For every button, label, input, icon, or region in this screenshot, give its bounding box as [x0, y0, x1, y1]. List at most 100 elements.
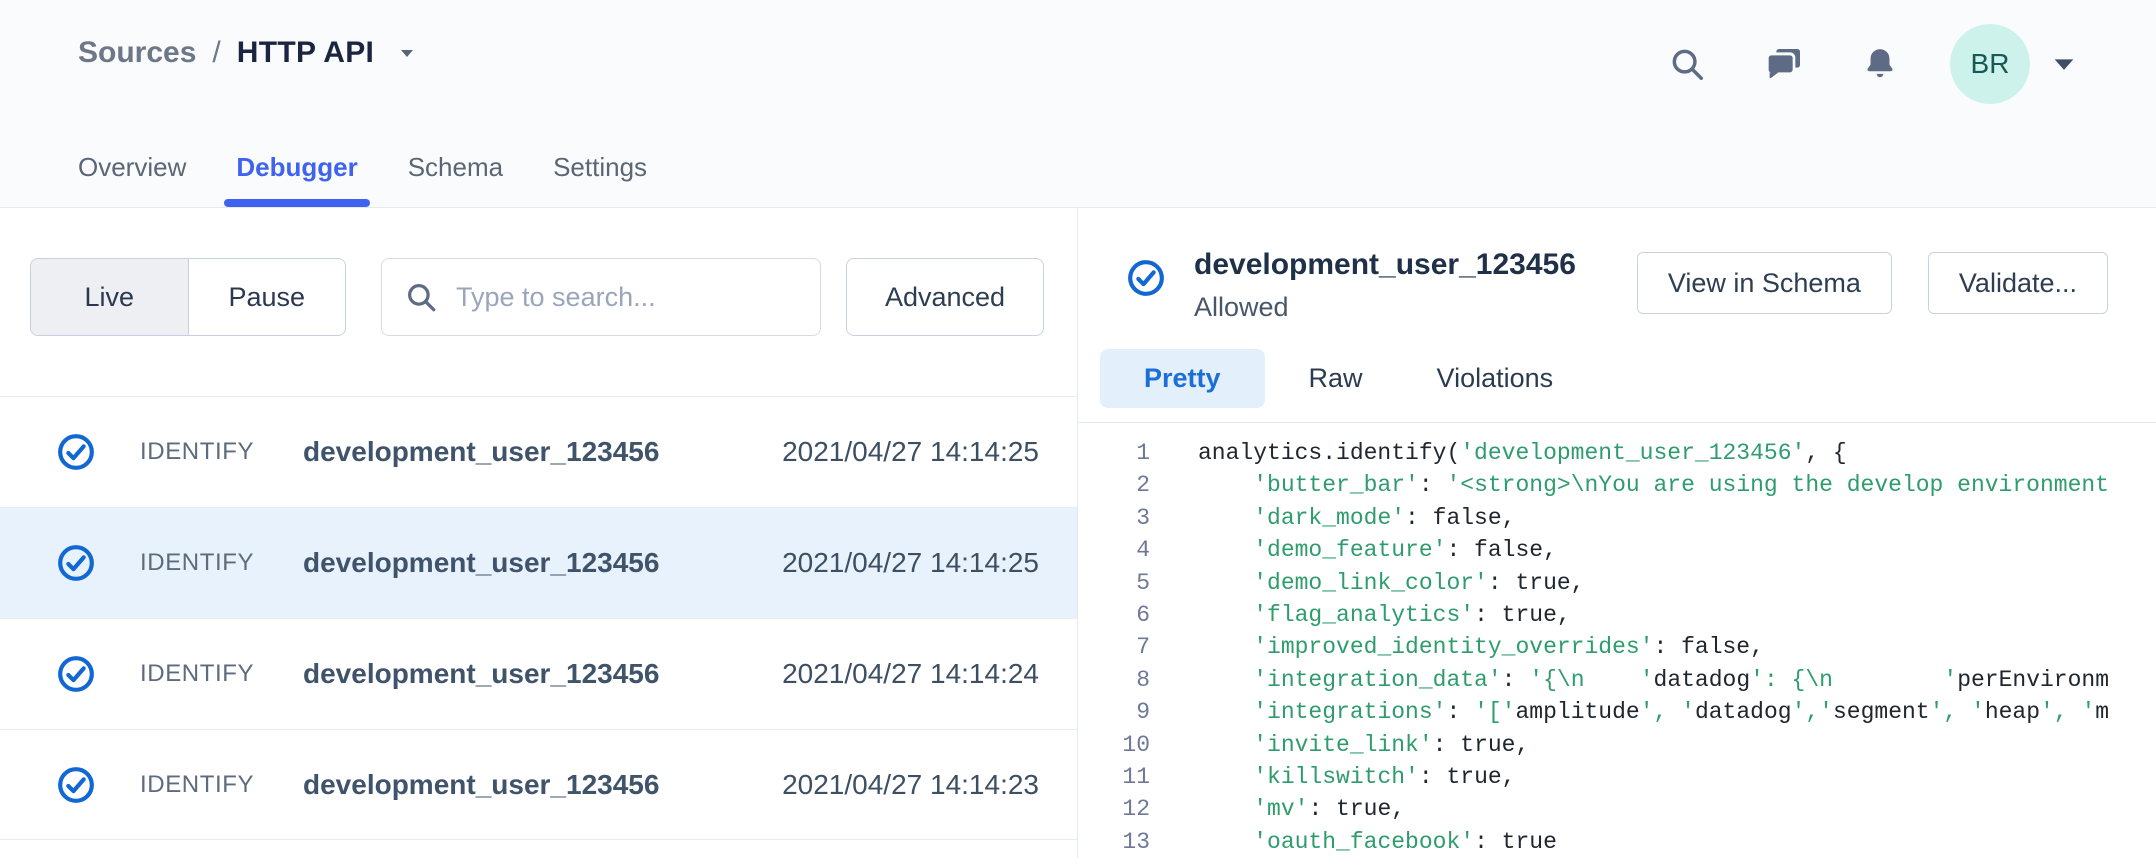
event-detail-title: development_user_123456	[1194, 248, 1576, 282]
code-line: 4 'demo_feature': false,	[1078, 534, 2156, 566]
live-pause-toggle: Live Pause	[30, 258, 346, 336]
code-line-number: 9	[1078, 696, 1150, 728]
event-type-label: IDENTIFY	[140, 771, 303, 799]
live-button[interactable]: Live	[31, 259, 189, 335]
app-header: Sources / HTTP API	[0, 0, 2156, 208]
chat-icon[interactable]	[1764, 44, 1804, 84]
avatar[interactable]: BR	[1950, 24, 2030, 104]
code-line-number: 1	[1078, 437, 1150, 469]
event-search-box[interactable]	[381, 258, 821, 336]
code-line-text: 'demo_feature': false,	[1198, 534, 1557, 566]
code-line-text: 'dark_mode': false,	[1198, 502, 1515, 534]
code-line-text: 'improved_identity_overrides': false,	[1198, 631, 1764, 663]
event-row[interactable]: IDENTIFY development_user_123456 2021/04…	[0, 396, 1077, 507]
check-circle-icon	[56, 654, 96, 694]
search-icon[interactable]	[1668, 45, 1706, 83]
code-line: 3 'dark_mode': false,	[1078, 502, 2156, 534]
event-user-id: development_user_123456	[303, 436, 782, 468]
event-stream-panel: Live Pause Advanced IDENTIFY development…	[0, 208, 1078, 858]
code-line-text: 'mv': true,	[1198, 793, 1405, 825]
event-row[interactable]: IDENTIFY development_user_123456 2021/04…	[0, 729, 1077, 840]
code-line-number: 13	[1078, 826, 1150, 858]
tab-overview[interactable]: Overview	[78, 152, 186, 207]
main-content: Live Pause Advanced IDENTIFY development…	[0, 208, 2156, 858]
breadcrumb-sources-link[interactable]: Sources	[78, 36, 196, 70]
code-line-number: 10	[1078, 729, 1150, 761]
tab-debugger[interactable]: Debugger	[236, 152, 357, 207]
event-type-label: IDENTIFY	[140, 438, 303, 466]
event-user-id: development_user_123456	[303, 547, 782, 579]
event-timestamp: 2021/04/27 14:14:24	[782, 658, 1039, 690]
code-line-text: 'invite_link': true,	[1198, 729, 1529, 761]
check-circle-icon	[1126, 258, 1166, 298]
search-icon	[404, 280, 438, 314]
event-timestamp: 2021/04/27 14:14:25	[782, 547, 1039, 579]
code-line-text: 'butter_bar': '<strong>\nYou are using t…	[1198, 469, 2109, 501]
code-line: 10 'invite_link': true,	[1078, 729, 2156, 761]
code-line-number: 4	[1078, 534, 1150, 566]
debugger-toolbar: Live Pause Advanced	[0, 208, 1077, 356]
check-circle-icon	[56, 543, 96, 583]
event-type-label: IDENTIFY	[140, 549, 303, 577]
code-line-text: 'killswitch': true,	[1198, 761, 1515, 793]
validate-button[interactable]: Validate...	[1928, 252, 2108, 314]
event-detail-header: development_user_123456 Allowed View in …	[1078, 208, 2156, 323]
check-circle-icon	[56, 765, 96, 805]
code-line: 9 'integrations': '['amplitude', 'datado…	[1078, 696, 2156, 728]
topbar-actions: BR	[1668, 24, 2078, 104]
code-line: 7 'improved_identity_overrides': false,	[1078, 631, 2156, 663]
code-line-number: 5	[1078, 567, 1150, 599]
event-row[interactable]: IDENTIFY development_user_123456 2021/04…	[0, 507, 1077, 618]
breadcrumb-separator: /	[212, 36, 220, 70]
event-user-id: development_user_123456	[303, 769, 782, 801]
payload-tab-raw[interactable]: Raw	[1279, 349, 1393, 408]
code-line: 2 'butter_bar': '<strong>\nYou are using…	[1078, 469, 2156, 501]
code-line-number: 8	[1078, 664, 1150, 696]
code-line-text: 'oauth_facebook': true	[1198, 826, 1557, 858]
tab-settings[interactable]: Settings	[553, 152, 647, 207]
payload-tab-pretty[interactable]: Pretty	[1100, 349, 1265, 408]
breadcrumb-source-name: HTTP API	[237, 36, 374, 70]
event-status-label: Allowed	[1194, 292, 1576, 323]
code-line-text: 'integration_data': '{\n 'datadog': {\n …	[1198, 664, 2109, 696]
code-line-number: 7	[1078, 631, 1150, 663]
event-list: IDENTIFY development_user_123456 2021/04…	[0, 396, 1077, 840]
code-line-number: 12	[1078, 793, 1150, 825]
code-line: 11 'killswitch': true,	[1078, 761, 2156, 793]
code-line: 12 'mv': true,	[1078, 793, 2156, 825]
code-line-number: 11	[1078, 761, 1150, 793]
code-line-text: 'demo_link_color': true,	[1198, 567, 1584, 599]
code-line-number: 2	[1078, 469, 1150, 501]
bell-icon[interactable]	[1862, 46, 1898, 82]
event-user-id: development_user_123456	[303, 658, 782, 690]
payload-tab-violations[interactable]: Violations	[1407, 349, 1584, 408]
payload-view-tabs: PrettyRawViolations	[1078, 349, 2156, 423]
code-line: 13 'oauth_facebook': true	[1078, 826, 2156, 858]
code-line-text: 'integrations': '['amplitude', 'datadog'…	[1198, 696, 2109, 728]
search-input[interactable]	[456, 282, 798, 313]
code-line-number: 6	[1078, 599, 1150, 631]
advanced-button[interactable]: Advanced	[846, 258, 1044, 336]
code-line-number: 3	[1078, 502, 1150, 534]
source-nav-tabs: Overview Debugger Schema Settings	[78, 152, 697, 207]
code-line-text: 'flag_analytics': true,	[1198, 599, 1571, 631]
event-detail-titles: development_user_123456 Allowed	[1194, 248, 1576, 323]
breadcrumb: Sources / HTTP API	[78, 36, 418, 70]
payload-code-view: 1 analytics.identify('development_user_1…	[1078, 423, 2156, 858]
code-line: 6 'flag_analytics': true,	[1078, 599, 2156, 631]
event-timestamp: 2021/04/27 14:14:23	[782, 769, 1039, 801]
code-line: 8 'integration_data': '{\n 'datadog': {\…	[1078, 664, 2156, 696]
event-detail-panel: development_user_123456 Allowed View in …	[1078, 208, 2156, 858]
event-row[interactable]: IDENTIFY development_user_123456 2021/04…	[0, 618, 1077, 729]
event-type-label: IDENTIFY	[140, 660, 303, 688]
account-menu-caret-icon[interactable]	[2050, 50, 2078, 78]
tab-schema[interactable]: Schema	[408, 152, 503, 207]
code-line: 5 'demo_link_color': true,	[1078, 567, 2156, 599]
code-line-text: analytics.identify('development_user_123…	[1198, 437, 1847, 469]
view-in-schema-button[interactable]: View in Schema	[1637, 252, 1892, 314]
event-detail-actions: View in Schema Validate...	[1637, 252, 2108, 314]
source-switcher-caret-icon[interactable]	[396, 42, 418, 64]
check-circle-icon	[56, 432, 96, 472]
pause-button[interactable]: Pause	[189, 259, 346, 335]
debugger-app: Sources / HTTP API	[0, 0, 2156, 858]
